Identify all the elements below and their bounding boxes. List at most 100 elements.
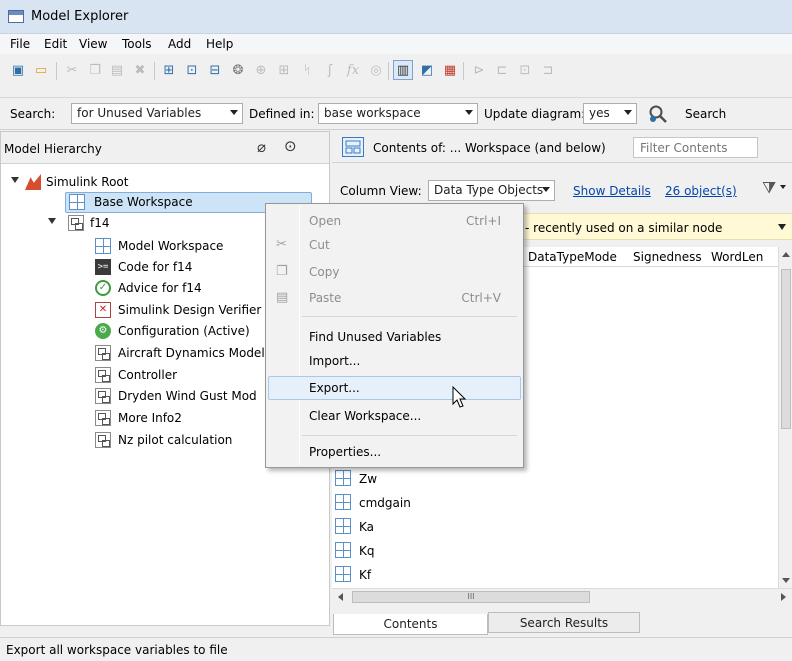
show-grid-icon[interactable]: ▦: [440, 60, 460, 80]
scroll-down-icon[interactable]: [782, 578, 790, 583]
menu-edit[interactable]: Edit: [44, 37, 67, 51]
title-bar: Model Explorer: [0, 0, 792, 34]
defined-in-dropdown[interactable]: base workspace: [318, 103, 478, 124]
design-verifier-icon: ✕: [95, 302, 111, 318]
tree-label: More Info2: [118, 411, 182, 425]
new-model-icon[interactable]: ▣: [8, 60, 28, 80]
menu-item-find-unused-variables[interactable]: Find Unused Variables: [268, 325, 521, 349]
menu-item-label: Clear Workspace...: [309, 409, 422, 423]
add-stateflow-icon[interactable]: ʃ: [320, 60, 340, 80]
menu-file[interactable]: File: [10, 37, 30, 51]
chevron-down-icon[interactable]: [780, 185, 786, 189]
menu-item-properties[interactable]: Properties...: [268, 440, 521, 464]
contents-icon[interactable]: [342, 137, 364, 157]
menu-add[interactable]: Add: [168, 37, 191, 51]
update-diagram-dropdown[interactable]: yes: [583, 103, 637, 124]
delete-icon[interactable]: ✖: [130, 60, 150, 80]
defined-in-label: Defined in:: [249, 107, 315, 121]
tree-label: Code for f14: [118, 260, 193, 274]
configuration-gear-icon: ⚙: [95, 323, 111, 339]
scroll-right-icon[interactable]: [781, 593, 786, 601]
model-hierarchy-header: Model Hierarchy ⌀ ⊙: [1, 132, 329, 164]
open-folder-icon[interactable]: ▭: [31, 60, 51, 80]
tree-label: Configuration (Active): [118, 324, 250, 338]
tab-contents[interactable]: Contents: [333, 614, 488, 635]
menu-help[interactable]: Help: [206, 37, 233, 51]
variable-icon: [335, 494, 351, 510]
add-data-icon[interactable]: ⊞: [274, 60, 294, 80]
model-properties-icon[interactable]: ⊳: [469, 60, 489, 80]
code-icon: >=: [95, 259, 111, 275]
menu-item-paste[interactable]: ▤ Paste Ctrl+V: [268, 286, 521, 310]
link-icon[interactable]: ⌀: [257, 138, 266, 156]
target-icon[interactable]: ◎: [366, 60, 386, 80]
expand-arrow-icon[interactable]: [48, 218, 56, 224]
horizontal-scroll-thumb[interactable]: III: [352, 591, 590, 603]
column-header-signedness[interactable]: Signedness: [633, 250, 702, 264]
refresh-icon[interactable]: ⊏: [492, 60, 512, 80]
model-icon: [68, 215, 84, 231]
show-details-link[interactable]: Show Details: [573, 184, 651, 198]
search-label: Search:: [10, 107, 56, 121]
cut-icon[interactable]: ✂: [62, 60, 82, 80]
tree-node-simulink-root[interactable]: Simulink Root: [1, 172, 321, 192]
tree-label: Advice for f14: [118, 281, 202, 295]
menu-item-label: Cut: [309, 238, 330, 252]
menu-item-clear-workspace[interactable]: Clear Workspace...: [268, 404, 521, 428]
layout-icon[interactable]: ⊡: [515, 60, 535, 80]
column-view-dropdown[interactable]: Data Type Objects: [428, 180, 555, 201]
search-button-icon[interactable]: [648, 104, 668, 124]
column-view-value: Data Type Objects: [434, 183, 544, 197]
add-configuration-icon[interactable]: ⊟: [205, 60, 225, 80]
defined-in-value: base workspace: [324, 106, 421, 120]
vertical-scrollbar[interactable]: [778, 247, 792, 588]
menu-item-open[interactable]: Open Ctrl+I: [268, 209, 521, 233]
search-bar: Search: for Unused Variables Defined in:…: [0, 98, 792, 130]
menu-item-label: Properties...: [309, 445, 382, 459]
search-icon[interactable]: ⊕: [251, 60, 271, 80]
menu-item-label: Find Unused Variables: [309, 330, 442, 344]
horizontal-scrollbar[interactable]: III: [332, 588, 792, 605]
add-variable-icon[interactable]: ⊞: [159, 60, 179, 80]
scroll-up-icon[interactable]: [782, 252, 790, 257]
search-button[interactable]: Search: [685, 107, 726, 121]
add-matlab-variable-icon[interactable]: ⊡: [182, 60, 202, 80]
menu-item-label: Export...: [309, 381, 360, 395]
menu-item-export[interactable]: Export...: [268, 376, 521, 400]
copy-icon[interactable]: ❐: [85, 60, 105, 80]
scroll-left-icon[interactable]: [338, 593, 343, 601]
filter-contents-input[interactable]: [633, 137, 758, 158]
vertical-scroll-thumb[interactable]: [781, 269, 791, 429]
tab-search-results[interactable]: Search Results: [488, 612, 640, 633]
paste-icon[interactable]: ▤: [107, 60, 127, 80]
help-icon[interactable]: ⊐: [538, 60, 558, 80]
subsystem-icon: [95, 388, 111, 404]
object-count-link[interactable]: 26 object(s): [665, 184, 737, 198]
menu-view[interactable]: View: [79, 37, 107, 51]
binoculars-icon[interactable]: ⊙: [284, 137, 297, 155]
toolbar: ▣ ▭ ✂ ❐ ▤ ✖ ⊞ ⊡ ⊟ ❂ ⊕ ⊞ ᛋ ʃ fx ◎ ▥ ◩ ▦ ⊳…: [0, 54, 792, 98]
variable-name: Ka: [359, 520, 375, 534]
add-signal-icon[interactable]: ᛋ: [297, 60, 317, 80]
column-header-datatypemode[interactable]: DataTypeMode: [528, 250, 617, 264]
window-title: Model Explorer: [31, 9, 129, 24]
filter-funnel-icon[interactable]: ⧩: [762, 178, 776, 198]
add-block-icon[interactable]: ❂: [228, 60, 248, 80]
search-type-value: for Unused Variables: [77, 106, 202, 120]
mouse-cursor-icon: [452, 386, 467, 408]
chevron-down-icon[interactable]: [778, 224, 786, 230]
menu-item-copy[interactable]: ❐ Copy: [268, 260, 521, 284]
menu-tools[interactable]: Tools: [122, 37, 152, 51]
tree-label: Simulink Root: [46, 175, 129, 189]
column-view-icon[interactable]: ▥: [393, 60, 413, 80]
menu-item-cut[interactable]: ✂ Cut: [268, 233, 521, 257]
tree-label: Base Workspace: [94, 195, 193, 209]
scroll-grip: III: [467, 592, 475, 601]
fx-icon[interactable]: fx: [343, 60, 363, 80]
menu-item-import[interactable]: Import...: [268, 349, 521, 373]
search-type-dropdown[interactable]: for Unused Variables: [71, 103, 243, 124]
status-bar: Export all workspace variables to file: [0, 637, 792, 661]
dialog-view-icon[interactable]: ◩: [417, 60, 437, 80]
column-header-wordlen[interactable]: WordLen: [711, 250, 763, 264]
expand-arrow-icon[interactable]: [11, 177, 19, 183]
